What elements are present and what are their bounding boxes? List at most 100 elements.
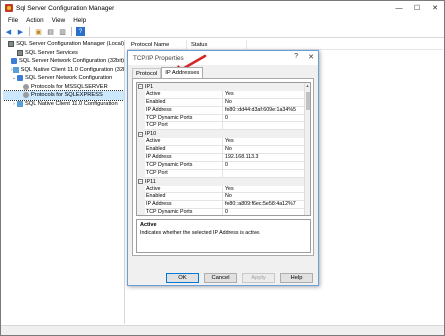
menu-view[interactable]: View (48, 17, 70, 24)
protocol-icon (23, 92, 29, 99)
tree-item[interactable]: SQL Server Services (3, 49, 124, 58)
property-row[interactable]: Enabled No (137, 146, 306, 155)
back-icon[interactable]: ◀ (4, 27, 13, 36)
property-row[interactable]: TCP Dynamic Ports 0 (137, 209, 306, 215)
ok-button[interactable]: OK (166, 273, 199, 283)
property-name: IP Address (145, 201, 223, 210)
tree-item-label: Protocols for SQLEXPRESS (31, 92, 103, 99)
property-row[interactable]: Enabled No (137, 98, 306, 107)
property-row[interactable]: IP Address fe80::a809:f6ec:5e58:4a12%7 (137, 201, 306, 210)
property-value[interactable]: fe80::dd44:d3af:609e:1a34%5 (223, 107, 306, 115)
row-gutter (137, 98, 145, 107)
row-gutter (137, 154, 145, 162)
show-hide-tree-icon[interactable]: ▤ (46, 27, 55, 36)
property-row[interactable]: IP Address 192.168.113.3 (137, 154, 306, 162)
scroll-thumb[interactable] (306, 92, 310, 110)
property-value[interactable]: Yes (223, 91, 306, 99)
tree-item-label: SQL Server Network Configuration (32bit) (19, 58, 125, 65)
row-gutter (137, 138, 145, 147)
column-status[interactable]: Status (187, 40, 247, 49)
collapse-icon[interactable]: − (138, 131, 143, 137)
tree-item[interactable]: ⌄ SQL Server Network Configuration (3, 74, 124, 83)
property-row[interactable]: TCP Port (137, 169, 306, 178)
tab-content: − IP1 Active Yes Enabled No IP Address fe80::dd… (132, 78, 314, 256)
property-value[interactable]: No (223, 99, 306, 107)
protocol-icon (23, 83, 29, 90)
collapse-icon[interactable]: − (138, 84, 143, 90)
minimize-button[interactable]: — (390, 1, 408, 15)
property-category[interactable]: − IP1 (137, 83, 306, 91)
close-button[interactable]: ✕ (426, 1, 444, 15)
cancel-button[interactable]: Cancel (204, 273, 237, 283)
scroll-up-icon[interactable]: ▲ (305, 83, 310, 89)
property-name: Enabled (145, 98, 223, 107)
row-gutter (137, 146, 145, 155)
property-category[interactable]: − IP11 (137, 177, 306, 186)
property-grid: − IP1 Active Yes Enabled No IP Address fe80::dd… (136, 82, 311, 216)
property-value[interactable]: Yes (223, 138, 306, 147)
list-header: Protocol Name Status (127, 40, 443, 50)
tab-protocol[interactable]: Protocol (132, 68, 162, 78)
row-gutter (137, 185, 145, 194)
menu-bar: File Action View Help (1, 15, 444, 26)
property-value[interactable]: No (223, 193, 306, 202)
export-list-icon[interactable]: ▥ (58, 27, 67, 36)
tree-item[interactable]: Protocols for SQLEXPRESS (3, 90, 124, 101)
maximize-button[interactable]: ☐ (408, 1, 426, 15)
property-name: IP Address (145, 154, 223, 162)
property-category[interactable]: − IP10 (137, 130, 306, 139)
row-gutter (137, 161, 145, 170)
tree-item[interactable]: SQL Server Network Configuration (32bit) (3, 57, 124, 66)
property-value[interactable] (223, 122, 306, 131)
up-folder-icon[interactable]: ▣ (34, 27, 43, 36)
help-icon[interactable]: ? (76, 27, 85, 36)
tree-item[interactable]: ›SQL Native Client 11.0 Configuration (3… (3, 66, 124, 75)
dialog-close-button[interactable]: ✕ (308, 53, 314, 61)
property-value[interactable]: 0 (223, 162, 306, 170)
tree-item[interactable]: Protocols for MSSQLSERVER (3, 83, 124, 92)
property-row[interactable]: TCP Port (137, 122, 306, 131)
property-value[interactable] (223, 170, 306, 178)
description-title: Active (140, 222, 157, 228)
property-value[interactable]: 0 (223, 209, 306, 215)
property-name: TCP Dynamic Ports (145, 114, 223, 123)
apply-button[interactable]: Apply (242, 273, 275, 283)
server-icon (17, 49, 23, 56)
property-value[interactable]: No (223, 146, 306, 155)
property-description: Active Indicates whether the selected IP… (136, 219, 311, 253)
tab-ip-addresses[interactable]: IP Addresses (161, 67, 204, 78)
window-title: Sql Server Configuration Manager (16, 4, 115, 12)
menu-file[interactable]: File (4, 17, 22, 24)
property-name: Active (145, 138, 223, 147)
collapse-icon[interactable]: − (138, 179, 143, 185)
property-name: TCP Port (145, 169, 223, 178)
property-name: Active (145, 90, 223, 99)
property-row[interactable]: TCP Dynamic Ports 0 (137, 114, 306, 123)
tree-item[interactable]: SQL Server Configuration Manager (Local) (3, 40, 124, 49)
help-button[interactable]: Help (280, 273, 313, 283)
tree-item-label: SQL Server Configuration Manager (Local) (16, 41, 124, 48)
network-icon (17, 75, 23, 82)
property-value[interactable]: 0 (223, 115, 306, 123)
property-value[interactable]: Yes (223, 186, 306, 194)
menu-action[interactable]: Action (22, 17, 48, 24)
property-row[interactable]: IP Address fe80::dd44:d3af:609e:1a34%5 (137, 106, 306, 115)
property-value[interactable]: 192.168.113.3 (223, 154, 306, 162)
window-controls: — ☐ ✕ (390, 1, 444, 15)
forward-icon[interactable]: ▶ (16, 27, 25, 36)
tree-item[interactable]: › SQL Native Client 11.0 Configuration (3, 100, 124, 109)
property-row[interactable]: Active Yes (137, 138, 306, 147)
property-row[interactable]: Enabled No (137, 193, 306, 202)
property-row[interactable]: Active Yes (137, 90, 306, 99)
menu-help[interactable]: Help (69, 17, 90, 24)
category-name: IP1 (145, 83, 154, 90)
property-row[interactable]: TCP Dynamic Ports 0 (137, 161, 306, 170)
property-name: TCP Dynamic Ports (145, 209, 223, 215)
row-gutter (137, 106, 145, 115)
column-protocol-name[interactable]: Protocol Name (127, 40, 187, 49)
dialog-help-button[interactable]: ? (294, 53, 298, 61)
vertical-scrollbar[interactable]: ▲ (304, 83, 310, 215)
category-name: IP10 (145, 131, 157, 138)
property-row[interactable]: Active Yes (137, 185, 306, 194)
property-value[interactable]: fe80::a809:f6ec:5e58:4a12%7 (223, 201, 306, 210)
